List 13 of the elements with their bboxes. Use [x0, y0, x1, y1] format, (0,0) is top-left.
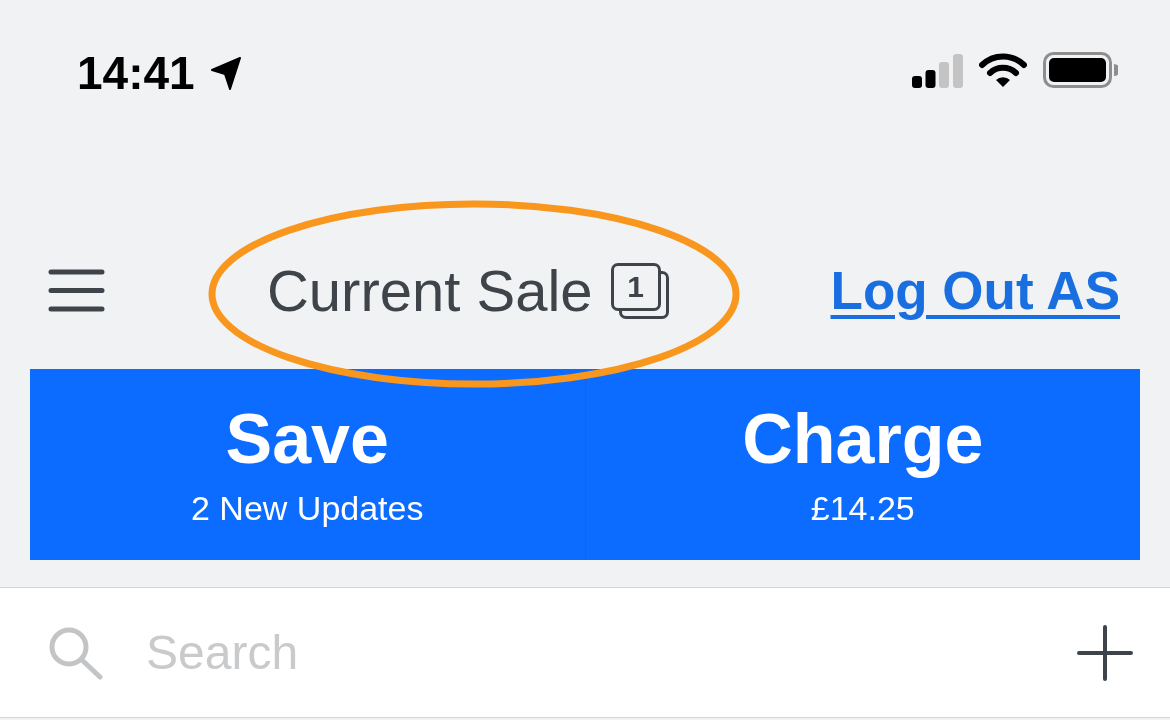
save-button[interactable]: Save 2 New Updates: [30, 369, 585, 560]
menu-icon: [48, 269, 105, 312]
signal-icon: [912, 52, 963, 88]
clock-time: 14:41: [77, 50, 195, 96]
battery-icon: [1043, 52, 1118, 88]
search-icon: [48, 625, 104, 680]
wifi-icon: [979, 52, 1027, 88]
menu-button[interactable]: [48, 269, 105, 312]
screen-title: Current Sale: [266, 261, 593, 320]
charge-button[interactable]: Charge £14.25: [584, 369, 1140, 560]
add-button[interactable]: [1077, 624, 1133, 681]
plus-icon: [1077, 624, 1133, 681]
location-arrow-icon: [210, 56, 241, 90]
